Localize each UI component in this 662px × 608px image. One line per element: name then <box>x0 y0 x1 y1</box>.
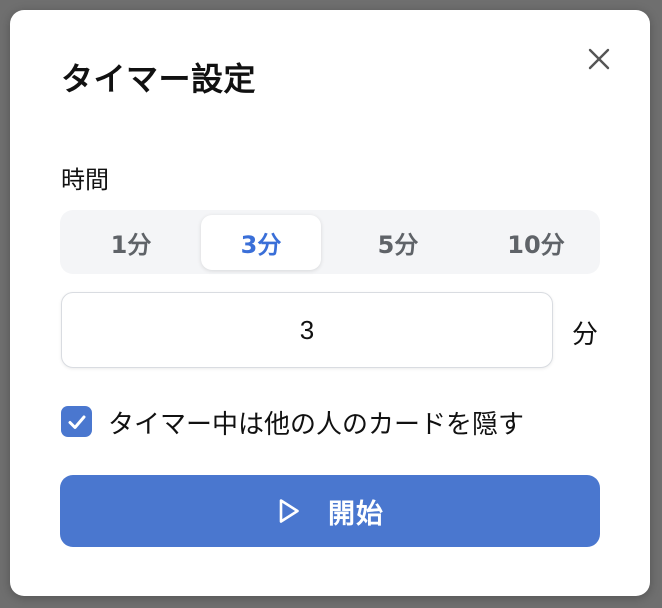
hide-cards-label[interactable]: タイマー中は他の人のカードを隠す <box>108 404 524 441</box>
timer-settings-dialog: タイマー設定 時間 1分 3分 5分 10分 分 タイマー中は他の人のカードを隠… <box>10 10 650 596</box>
play-icon <box>279 499 299 523</box>
start-button[interactable]: 開始 <box>60 475 600 547</box>
duration-label: 時間 <box>61 166 109 194</box>
preset-5-min[interactable]: 5分 <box>338 215 458 270</box>
dialog-title: タイマー設定 <box>61 60 257 98</box>
start-button-label: 開始 <box>328 498 384 530</box>
preset-1-min[interactable]: 1分 <box>71 215 191 270</box>
preset-3-min[interactable]: 3分 <box>201 215 321 270</box>
minutes-unit-label: 分 <box>572 320 599 350</box>
checkmark-icon <box>68 415 85 429</box>
close-button[interactable] <box>582 42 616 76</box>
duration-preset-selector: 1分 3分 5分 10分 <box>60 210 600 274</box>
preset-10-min[interactable]: 10分 <box>476 215 596 270</box>
hide-cards-checkbox[interactable] <box>61 406 92 437</box>
close-icon <box>588 48 610 70</box>
minutes-input[interactable] <box>61 292 553 368</box>
